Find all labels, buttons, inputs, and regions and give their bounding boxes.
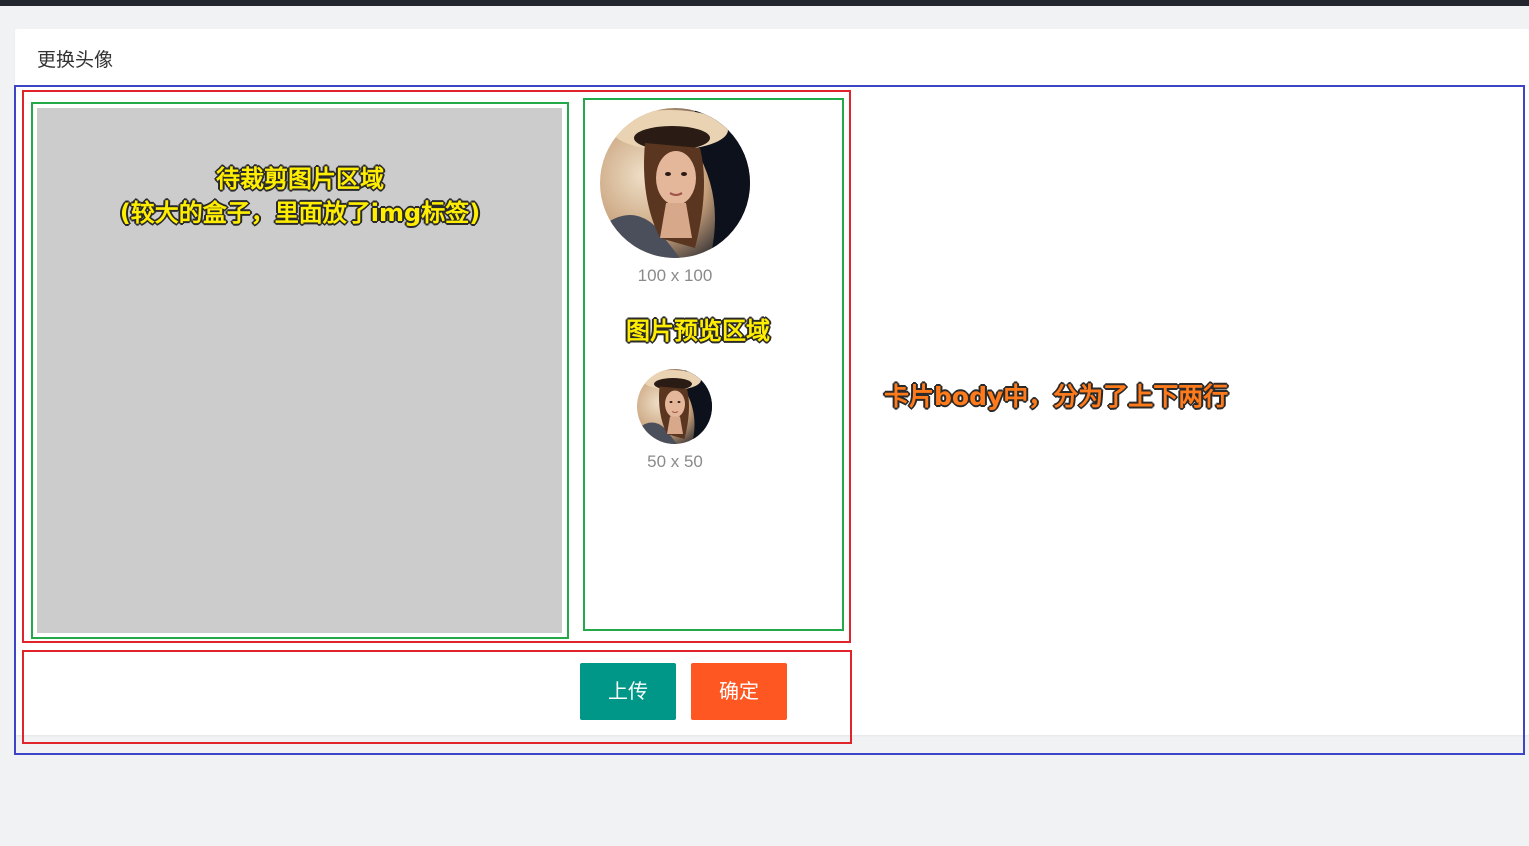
confirm-button[interactable]: 确定 <box>691 663 787 720</box>
preview-50-label: 50 x 50 <box>647 452 703 471</box>
annotation-preview-area: 图片预览区域 <box>626 317 770 345</box>
annotation-crop-line1: 待裁剪图片区域 <box>216 165 384 193</box>
top-bar <box>0 0 1529 6</box>
annotation-crop-line2: (较大的盒子，里面放了img标签) <box>119 199 481 227</box>
annotation-card-body: 卡片body中，分为了上下两行 <box>884 382 1229 411</box>
preview-50-image <box>637 369 712 444</box>
preview-100-image <box>600 108 750 258</box>
upload-button[interactable]: 上传 <box>580 663 676 720</box>
annotation-crop-area: 待裁剪图片区域 (较大的盒子，里面放了img标签) <box>40 162 560 230</box>
card-header: 更换头像 <box>15 29 1529 86</box>
preview-100-label: 100 x 100 <box>637 266 713 285</box>
card-title: 更换头像 <box>37 49 114 71</box>
